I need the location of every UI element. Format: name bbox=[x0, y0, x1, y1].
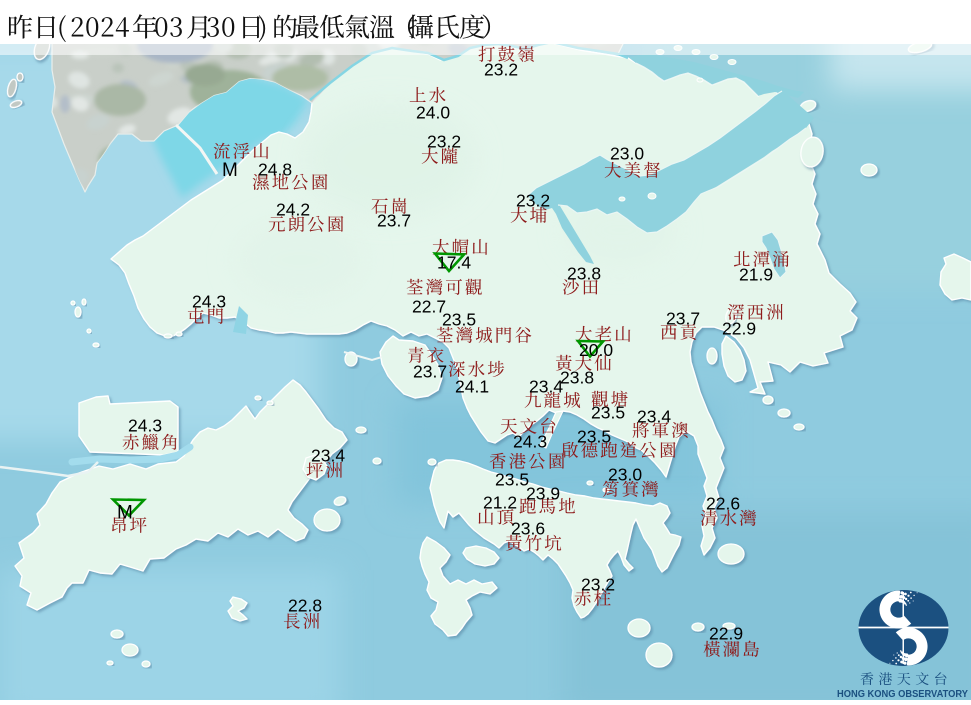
svg-text:23.5: 23.5 bbox=[577, 427, 611, 447]
svg-text:23.2: 23.2 bbox=[516, 191, 550, 211]
svg-text:21.9: 21.9 bbox=[739, 265, 773, 285]
svg-text:24.1: 24.1 bbox=[455, 377, 489, 397]
svg-text:23.8: 23.8 bbox=[560, 368, 594, 388]
svg-text:23.5: 23.5 bbox=[495, 470, 529, 490]
svg-text:M: M bbox=[117, 503, 133, 524]
svg-text:24.3: 24.3 bbox=[128, 416, 162, 436]
svg-text:24.8: 24.8 bbox=[258, 160, 292, 180]
svg-text:23.5: 23.5 bbox=[591, 403, 625, 423]
svg-text:23.7: 23.7 bbox=[666, 309, 700, 329]
svg-text:22.9: 22.9 bbox=[722, 319, 756, 339]
svg-text:23.4: 23.4 bbox=[637, 407, 671, 427]
svg-text:24.0: 24.0 bbox=[416, 103, 450, 123]
svg-text:23.2: 23.2 bbox=[427, 132, 461, 152]
svg-text:HONG KONG OBSERVATORY: HONG KONG OBSERVATORY bbox=[837, 688, 968, 700]
svg-text:24.2: 24.2 bbox=[276, 200, 310, 220]
svg-text:23.4: 23.4 bbox=[311, 446, 345, 466]
svg-text:22.7: 22.7 bbox=[412, 297, 446, 317]
svg-text:23.7: 23.7 bbox=[413, 362, 447, 382]
svg-text:17.4: 17.4 bbox=[437, 253, 471, 273]
svg-text:23.9: 23.9 bbox=[526, 484, 560, 504]
svg-text:22.9: 22.9 bbox=[709, 624, 743, 644]
svg-text:23.6: 23.6 bbox=[511, 519, 545, 539]
svg-text:23.2: 23.2 bbox=[581, 575, 615, 595]
svg-text:23.2: 23.2 bbox=[484, 60, 518, 80]
svg-text:24.3: 24.3 bbox=[192, 292, 226, 312]
svg-text:23.0: 23.0 bbox=[610, 144, 644, 164]
svg-text:23.8: 23.8 bbox=[567, 264, 601, 284]
svg-text:22.8: 22.8 bbox=[288, 596, 322, 616]
svg-text:24.3: 24.3 bbox=[513, 432, 547, 452]
svg-text:23.5: 23.5 bbox=[442, 310, 476, 330]
svg-text:M: M bbox=[222, 160, 238, 181]
svg-text:22.6: 22.6 bbox=[706, 494, 740, 514]
svg-text:23.0: 23.0 bbox=[608, 465, 642, 485]
svg-text:23.4: 23.4 bbox=[529, 377, 563, 397]
svg-text:21.2: 21.2 bbox=[483, 493, 517, 513]
svg-text:23.7: 23.7 bbox=[377, 211, 411, 231]
svg-text:20.0: 20.0 bbox=[579, 340, 613, 360]
